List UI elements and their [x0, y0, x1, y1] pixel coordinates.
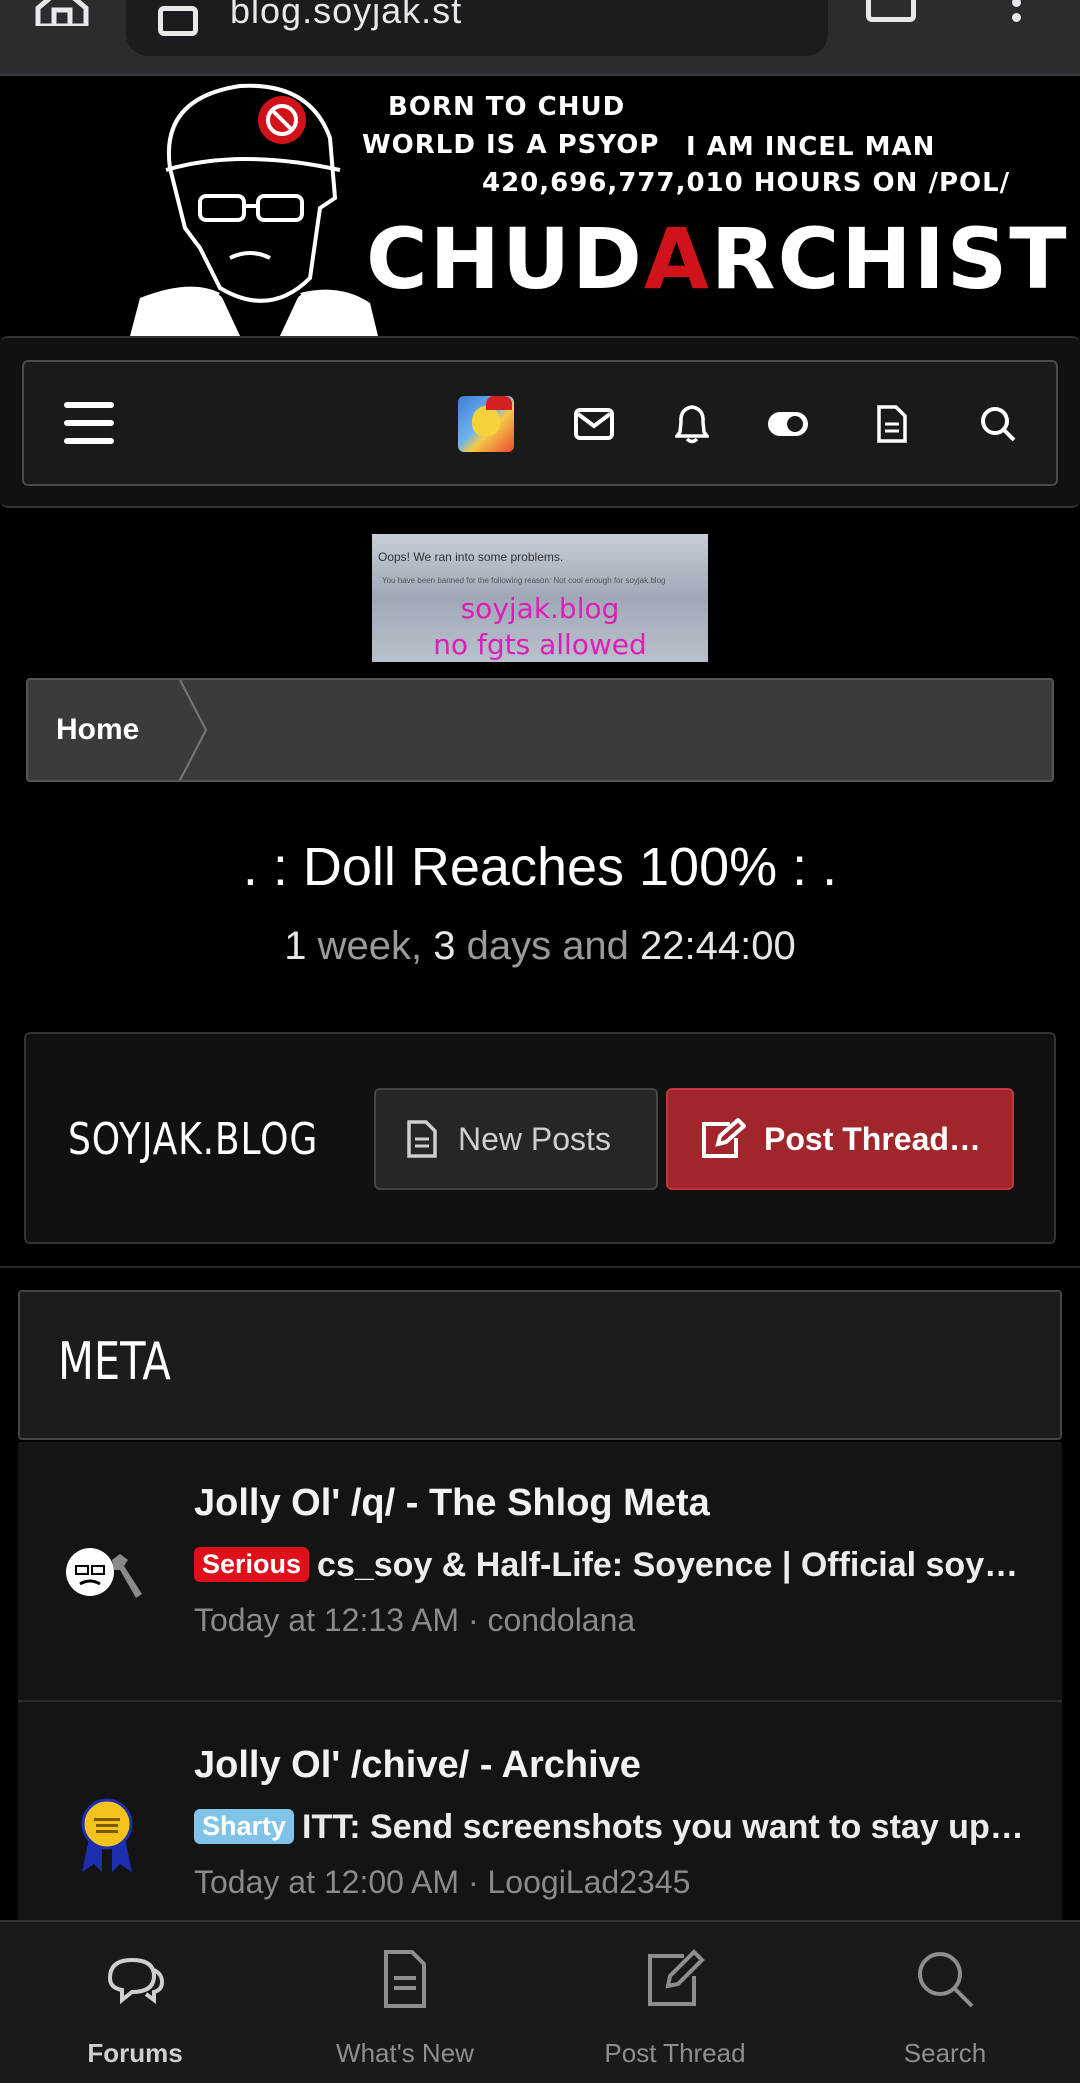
- address-bar[interactable]: blog.soyjak.st: [126, 0, 828, 56]
- share-icon[interactable]: [866, 0, 916, 22]
- forum-node-title[interactable]: Jolly Ol' /chive/ - Archive: [194, 1744, 641, 1787]
- chat-bubbles-icon: [107, 1957, 165, 2005]
- tab-post-thread-label: Post Thread: [604, 2038, 746, 2068]
- bell-icon[interactable]: [670, 402, 714, 446]
- edit-icon: [702, 1118, 746, 1158]
- tab-post-thread[interactable]: Post Thread: [540, 1922, 810, 2083]
- banner-text-1: BORN TO CHUD: [388, 92, 626, 122]
- ad-line-1: soyjak.blog: [460, 592, 620, 625]
- latest-thread[interactable]: Serious cs_soy & Half-Life: Soyence | Off…: [194, 1546, 1024, 1592]
- divider: [18, 1700, 1062, 1702]
- menu-icon[interactable]: [64, 402, 114, 444]
- prefix-badge: Sharty: [194, 1809, 295, 1844]
- document-icon: [407, 1120, 437, 1158]
- tab-forums[interactable]: Forums: [0, 1922, 270, 2083]
- ad-line-2: no fgts allowed: [433, 628, 647, 661]
- category-title: META: [58, 1332, 171, 1392]
- site-name: SOYJAK.BLOG: [68, 1114, 319, 1165]
- search-icon: [918, 1952, 974, 2008]
- forum-node: Jolly Ol' /q/ - The Shlog Meta Serious cs…: [18, 1442, 1062, 1704]
- chud-face-logo: [130, 83, 378, 336]
- edit-icon: [648, 1949, 705, 2006]
- browser-toolbar: blog.soyjak.st: [0, 0, 1080, 76]
- forum-header: SOYJAK.BLOG New Posts Post Thread…: [24, 1032, 1056, 1244]
- inbox-icon[interactable]: [572, 402, 616, 446]
- new-posts-button[interactable]: New Posts: [374, 1088, 658, 1190]
- breadcrumb-home[interactable]: Home: [28, 680, 180, 780]
- latest-thread-title: cs_soy & Half-Life: Soyence | Official s…: [317, 1546, 1024, 1584]
- banner-text-2: WORLD IS A PSYOP: [362, 130, 660, 160]
- browser-menu-icon[interactable]: [1012, 0, 1022, 22]
- toggle-theme-icon[interactable]: [766, 402, 810, 446]
- site-info-icon[interactable]: [158, 6, 198, 36]
- latest-meta[interactable]: Today at 12:13 AM · condolana: [194, 1602, 635, 1639]
- forum-node: Jolly Ol' /chive/ - Archive Sharty ITT: S…: [18, 1704, 1062, 1920]
- ad-oops-text: Oops! We ran into some problems.: [378, 550, 564, 564]
- nav-wrapper: [0, 336, 1080, 508]
- tab-whats-new-label: What's New: [336, 2038, 474, 2068]
- forum-node-title[interactable]: Jolly Ol' /q/ - The Shlog Meta: [194, 1482, 710, 1525]
- site-banner[interactable]: BORN TO CHUD WORLD IS A PSYOP I AM INCEL…: [0, 78, 1080, 336]
- latest-meta[interactable]: Today at 12:00 AM · LoogiLad2345: [194, 1864, 690, 1901]
- category-header[interactable]: META: [18, 1290, 1062, 1440]
- document-icon[interactable]: [870, 402, 914, 446]
- ad-banned-text: You have been banned for the following r…: [382, 576, 666, 585]
- new-posts-label: New Posts: [458, 1120, 611, 1157]
- countdown-title: . : Doll Reaches 100% : .: [242, 837, 838, 897]
- forum-node-icon: [66, 1548, 142, 1598]
- tab-search-label: Search: [903, 2038, 987, 2068]
- countdown-timer: 1 week, 3 days and 22:44:00: [284, 924, 796, 968]
- latest-thread[interactable]: Sharty ITT: Send screenshots you want to …: [194, 1808, 1024, 1854]
- top-nav: [22, 360, 1058, 486]
- prefix-badge: Serious: [194, 1547, 310, 1582]
- bottom-tab-bar: Forums What's New Post Thread Search: [0, 1920, 1080, 2083]
- award-ribbon-icon: [81, 1798, 133, 1872]
- banner-text-4: 420,696,777,010 HOURS ON /POL/: [482, 168, 1011, 198]
- tab-search[interactable]: Search: [810, 1922, 1080, 2083]
- breadcrumb-chevron-icon: [178, 680, 208, 780]
- banner-text-3: I AM INCEL MAN: [686, 132, 936, 162]
- url-text[interactable]: blog.soyjak.st: [230, 0, 462, 32]
- avatar[interactable]: [458, 396, 514, 452]
- post-thread-button[interactable]: Post Thread…: [666, 1088, 1014, 1190]
- search-icon[interactable]: [976, 402, 1020, 446]
- document-icon: [384, 1950, 426, 2008]
- tab-forums-label: Forums: [87, 2038, 183, 2068]
- brand-wordmark: CHUDARCHIST: [366, 210, 1069, 308]
- home-icon[interactable]: [34, 0, 90, 26]
- ad-banner[interactable]: Oops! We ran into some problems. You hav…: [372, 534, 708, 662]
- tab-whats-new[interactable]: What's New: [270, 1922, 540, 2083]
- breadcrumb: Home: [26, 678, 1054, 782]
- post-thread-label: Post Thread…: [764, 1120, 981, 1157]
- latest-thread-title: ITT: Send screenshots you want to stay u…: [302, 1808, 1024, 1846]
- divider: [0, 1266, 1080, 1268]
